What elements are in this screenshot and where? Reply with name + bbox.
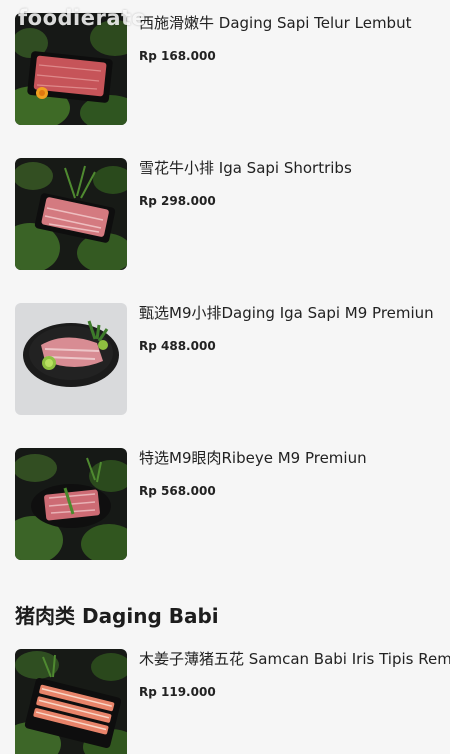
marbled-shortrib-icon [15,158,127,270]
item-price: Rp 119.000 [139,685,216,699]
item-name: 雪花牛小排 Iga Sapi Shortribs [139,159,352,177]
premium-rib-plate-icon [15,303,127,415]
menu-page: foodierate 西施滑嫩牛 Daging Sapi Telur Lembu… [0,0,450,754]
pork-belly-slices-icon [15,649,127,754]
item-name: 特选M9眼肉Ribeye M9 Premiun [139,449,367,467]
item-price: Rp 168.000 [139,49,216,63]
item-price: Rp 568.000 [139,484,216,498]
menu-item[interactable]: 特选M9眼肉Ribeye M9 Premiun Rp 568.000 [15,448,450,560]
menu-item[interactable]: 木姜子薄猪五花 Samcan Babi Iris Tipis Rempah Rp… [15,649,450,754]
item-price: Rp 488.000 [139,339,216,353]
ribeye-plate-icon [15,448,127,560]
watermark: foodierate [18,6,147,30]
item-name: 甄选M9小排Daging Iga Sapi M9 Premiun [139,304,434,322]
item-name: 西施滑嫩牛 Daging Sapi Telur Lembut [139,14,412,32]
item-price: Rp 298.000 [139,194,216,208]
section-title: 猪肉类 Daging Babi [15,604,219,628]
menu-item[interactable]: 雪花牛小排 Iga Sapi Shortribs Rp 298.000 [15,158,450,270]
menu-item[interactable]: 甄选M9小排Daging Iga Sapi M9 Premiun Rp 488.… [15,303,450,415]
item-name: 木姜子薄猪五花 Samcan Babi Iris Tipis Rempah [139,650,450,668]
